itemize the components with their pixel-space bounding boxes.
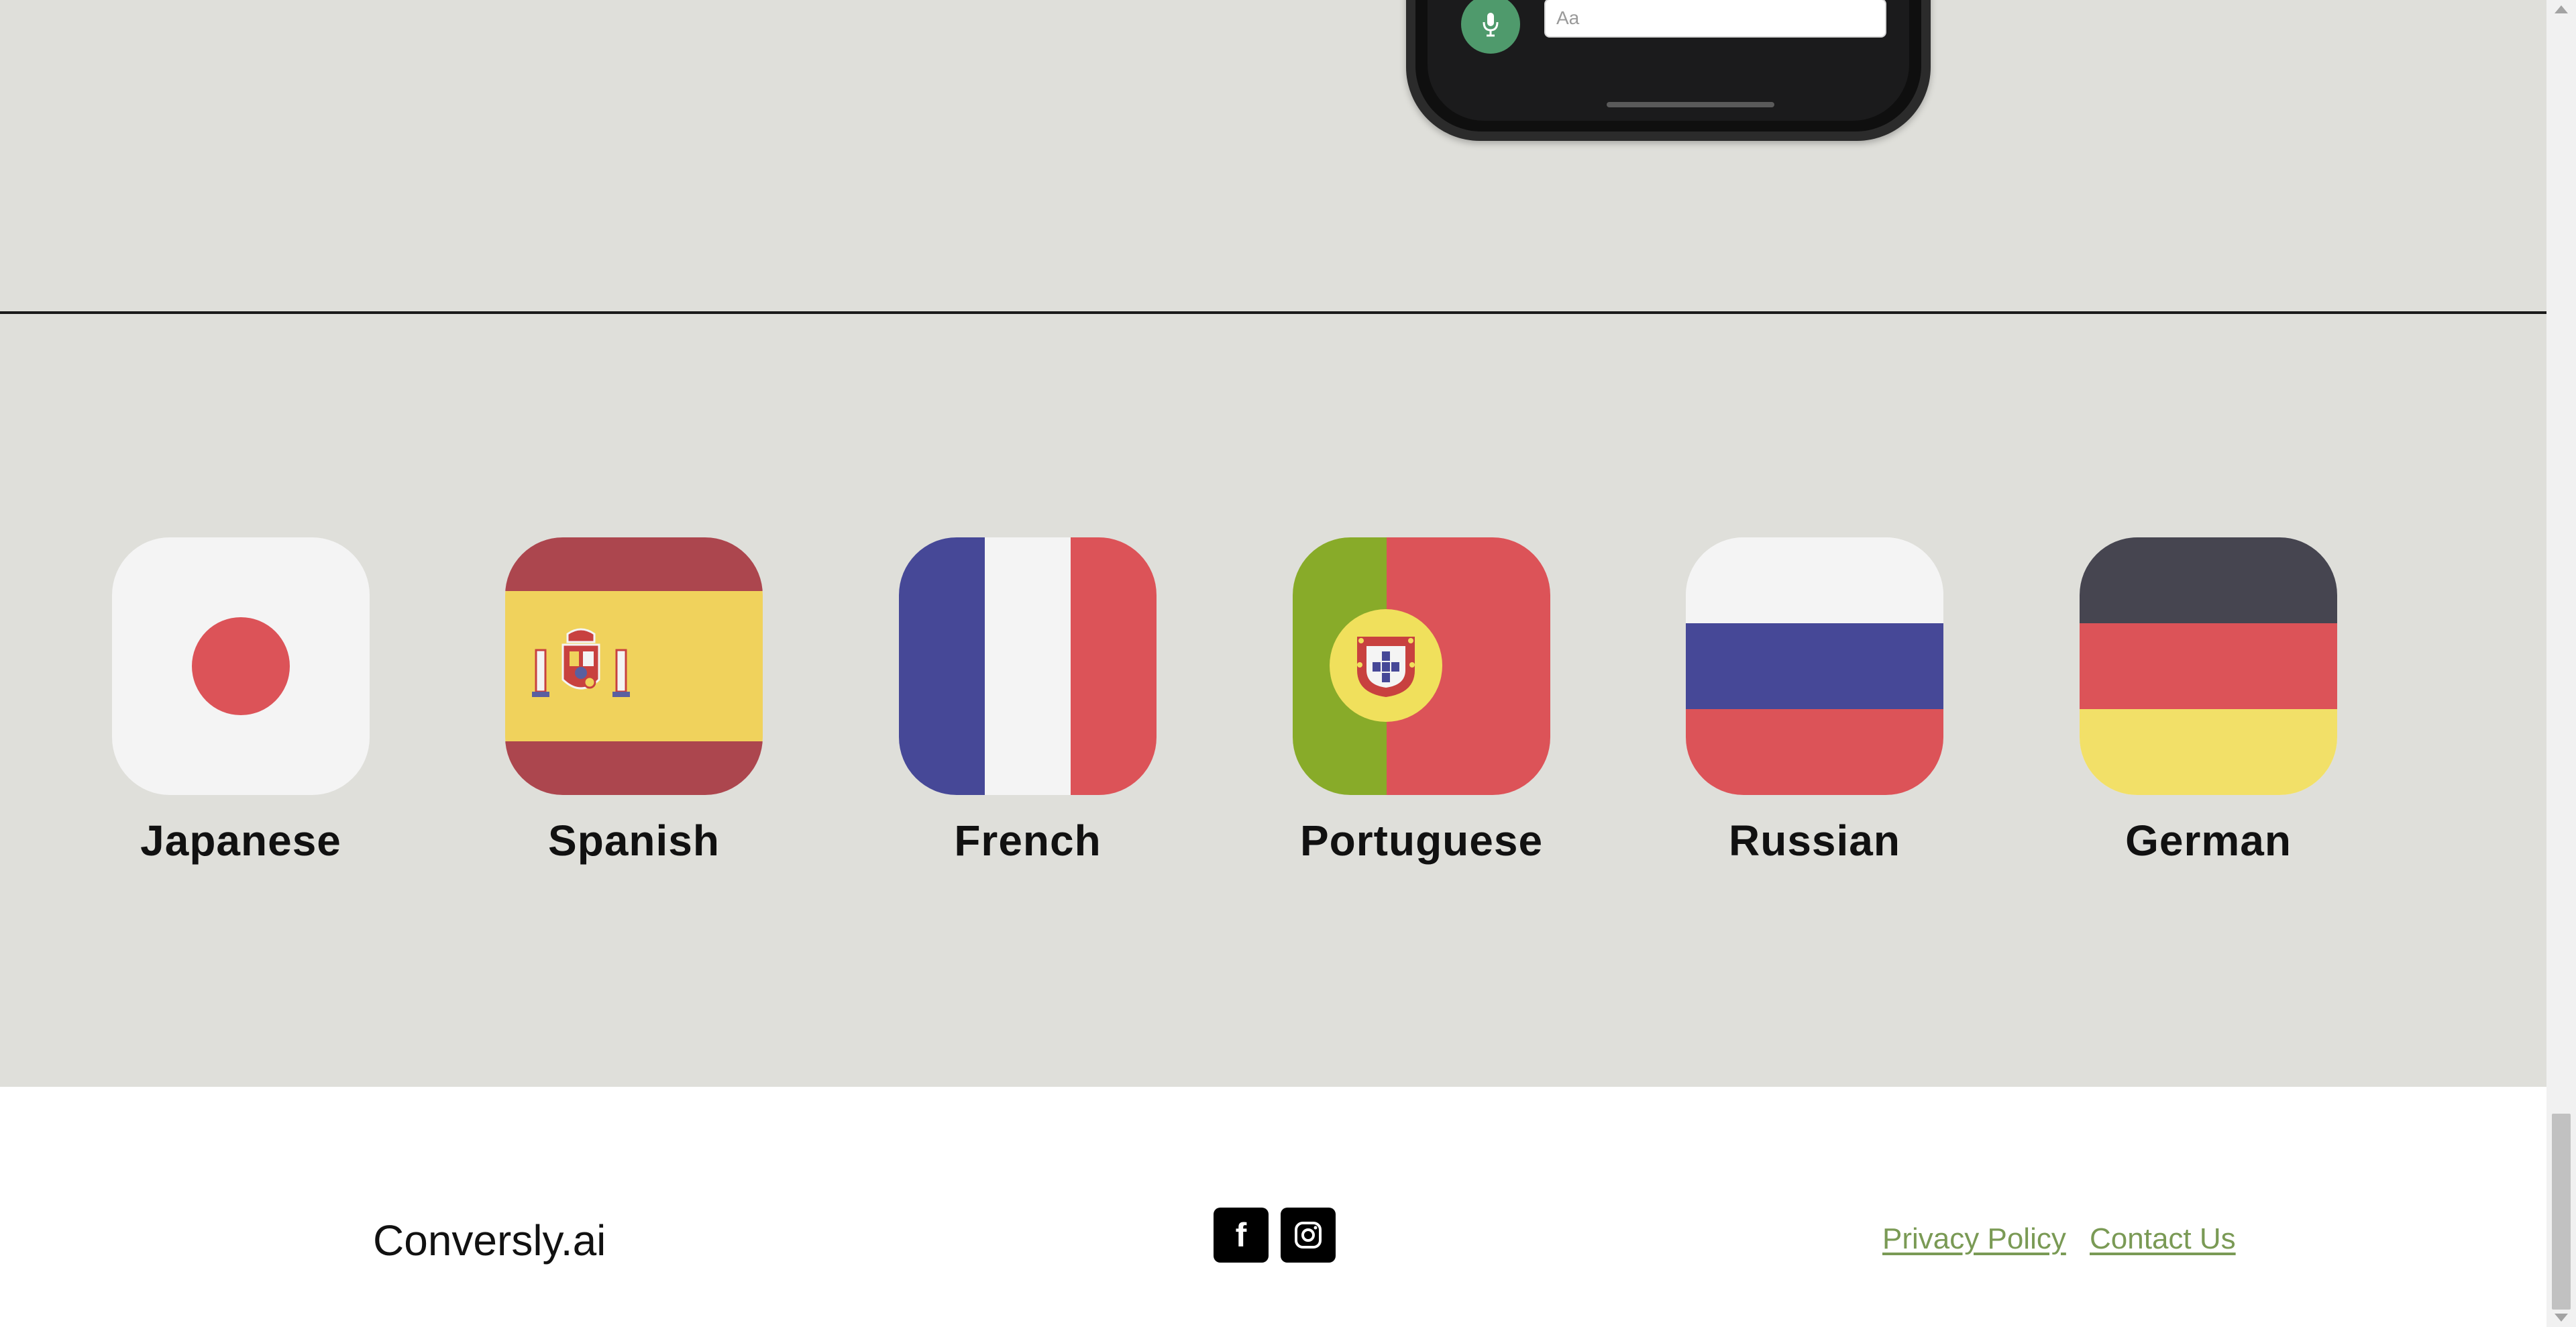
- language-label: Spanish: [548, 816, 720, 865]
- portugal-flag-icon: [1293, 537, 1550, 795]
- language-label: Japanese: [140, 816, 341, 865]
- footer: Conversly.ai f Privacy Policy Contact Us: [0, 1087, 2546, 1327]
- language-label: French: [954, 816, 1102, 865]
- language-item-spanish[interactable]: Spanish: [443, 537, 792, 886]
- spain-flag-icon: [505, 537, 763, 795]
- hero-section: Aa: [0, 0, 2546, 313]
- home-indicator: [1607, 102, 1774, 107]
- language-label: Russian: [1729, 816, 1900, 865]
- scroll-up-arrow-icon[interactable]: [2555, 5, 2568, 13]
- message-input[interactable]: Aa: [1544, 0, 1886, 38]
- russia-flag-icon: [1686, 537, 1943, 795]
- microphone-button[interactable]: [1461, 0, 1520, 54]
- japan-flag-icon: [112, 537, 370, 795]
- language-item-portuguese[interactable]: Portuguese: [1231, 537, 1580, 886]
- phone-screen: Aa: [1428, 0, 1909, 121]
- microphone-icon: [1483, 13, 1499, 37]
- shield-icon: [1357, 637, 1415, 697]
- language-label: German: [2125, 816, 2292, 865]
- facebook-icon: f: [1235, 1216, 1247, 1254]
- vertical-scrollbar[interactable]: [2546, 0, 2576, 1327]
- language-item-french[interactable]: French: [837, 537, 1186, 886]
- language-item-russian[interactable]: Russian: [1624, 537, 1973, 886]
- germany-flag-icon: [2080, 537, 2337, 795]
- contact-us-link[interactable]: Contact Us: [2090, 1222, 2236, 1256]
- facebook-button[interactable]: f: [1214, 1208, 1269, 1263]
- instagram-icon: [1295, 1222, 1322, 1249]
- language-item-german[interactable]: German: [2018, 537, 2367, 886]
- language-label: Portuguese: [1299, 816, 1544, 865]
- phone-mockup: Aa: [1406, 0, 1931, 141]
- brand-logo[interactable]: Conversly.ai: [373, 1216, 606, 1265]
- coat-of-arms-icon: [532, 628, 630, 697]
- language-item-japanese[interactable]: Japanese: [50, 537, 399, 886]
- languages-section: Japanese Spanish French Portuguese Russi…: [0, 314, 2546, 1087]
- privacy-policy-link[interactable]: Privacy Policy: [1882, 1222, 2066, 1256]
- scroll-thumb[interactable]: [2552, 1114, 2571, 1310]
- page: Aa Japanese Spanish French Portuguese Ru…: [0, 0, 2546, 1327]
- instagram-button[interactable]: [1281, 1208, 1336, 1263]
- france-flag-icon: [899, 537, 1157, 795]
- scroll-down-arrow-icon[interactable]: [2555, 1314, 2568, 1322]
